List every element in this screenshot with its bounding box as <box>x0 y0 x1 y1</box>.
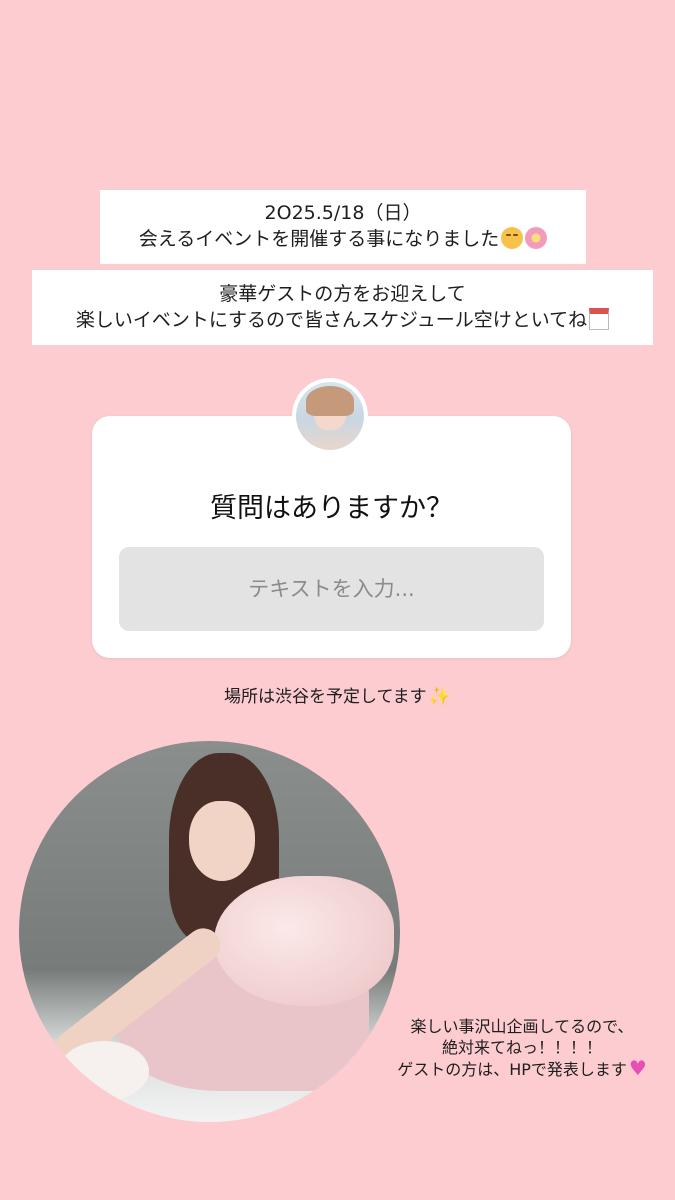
caption-schedule-line: 楽しいイベントにするので皆さんスケジュール空けといてね <box>32 307 653 333</box>
smiling-face-icon <box>501 227 524 249</box>
avatar <box>292 378 368 454</box>
sparkles-icon: ✨ <box>428 686 452 707</box>
bottom-caption-line2: 絶対来てねっ！！！！ <box>441 1038 602 1057</box>
caption-event-date: 2O25.5/18（日） 会えるイベントを開催する事になりました <box>100 190 586 264</box>
bottom-caption: 楽しい事沢山企画してるので、 絶対来てねっ！！！！ ゲストの方は、HPで発表しま… <box>372 1016 672 1080</box>
caption-guest: 豪華ゲストの方をお迎えして 楽しいイベントにするので皆さんスケジュール空けといて… <box>32 270 653 345</box>
bottom-caption-line1: 楽しい事沢山企画してるので、 <box>410 1017 634 1036</box>
place-caption: 場所は渋谷を予定してます ✨ <box>223 686 452 707</box>
profile-photo <box>19 741 400 1122</box>
bottom-caption-line3: ゲストの方は、HPで発表します ♥ <box>397 1056 647 1080</box>
caption-guest-line: 豪華ゲストの方をお迎えして <box>219 283 466 305</box>
cherry-blossom-icon <box>525 227 548 249</box>
question-input[interactable]: テキストを入力... <box>119 547 544 631</box>
question-text: 質問はありますか？ <box>210 493 453 524</box>
calendar-icon <box>589 308 610 330</box>
caption-date-line: 2O25.5/18（日） <box>264 202 422 224</box>
caption-announcement-line: 会えるイベントを開催する事になりました <box>100 226 586 252</box>
pink-heart-icon: ♥ <box>628 1056 647 1080</box>
